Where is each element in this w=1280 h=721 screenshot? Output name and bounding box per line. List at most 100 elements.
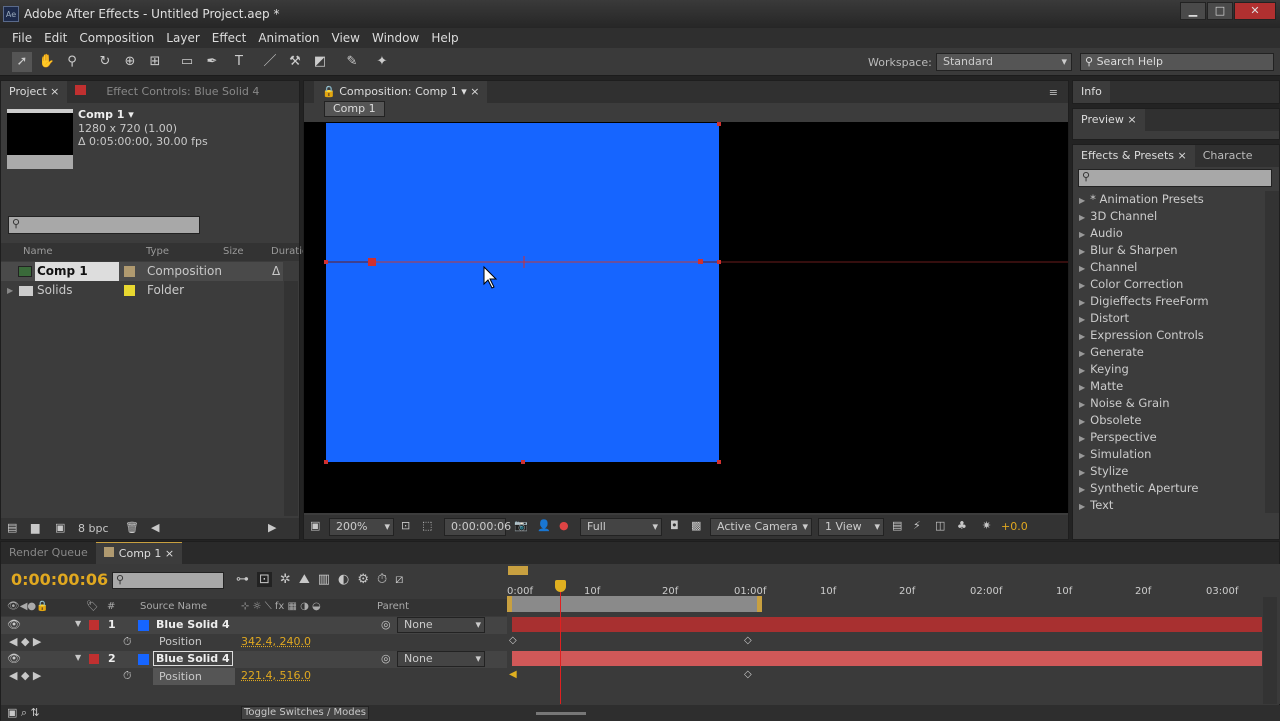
region-icon[interactable]: ⊡ (401, 519, 410, 532)
layer-2-duration-bar[interactable] (512, 651, 1262, 666)
graph-editor-icon[interactable]: ⧄ (395, 572, 403, 587)
work-area-in[interactable] (507, 596, 512, 612)
text-tool-icon[interactable]: T (229, 52, 249, 72)
brainstorm-icon[interactable]: ⚙ (357, 572, 369, 587)
exposure-value[interactable]: +0.0 (1001, 520, 1028, 533)
col-size[interactable]: Size (223, 246, 244, 257)
expand-arrow-icon[interactable]: ▶ (7, 281, 13, 300)
effect-category[interactable]: ▶ Audio (1073, 225, 1263, 242)
col-name[interactable]: Name (23, 246, 53, 257)
comp-breadcrumb[interactable]: Comp 1 (324, 101, 385, 117)
effect-category[interactable]: ▶ Generate (1073, 344, 1263, 361)
motion-blur-icon[interactable]: ◐ (338, 572, 349, 587)
tab-info[interactable]: Info (1073, 81, 1110, 103)
eraser-tool-icon[interactable]: ◩ (310, 52, 330, 72)
col-parent[interactable]: Parent (377, 601, 409, 612)
rectangle-tool-icon[interactable]: ▭ (177, 52, 197, 72)
effect-category[interactable]: ▶ Blur & Sharpen (1073, 242, 1263, 259)
menu-composition[interactable]: Composition (73, 31, 160, 45)
effect-category[interactable]: ▶ Matte (1073, 378, 1263, 395)
fast-previews-icon[interactable]: ◘ (670, 519, 679, 532)
effects-scrollbar[interactable] (1265, 191, 1279, 513)
current-time-display[interactable]: 0:00:00:06 (11, 570, 108, 589)
search-help-input[interactable]: ⚲ Search Help (1080, 53, 1274, 71)
view-layout-select[interactable]: 1 View ▾ (818, 518, 884, 536)
tab-character[interactable]: Characte (1195, 145, 1261, 167)
tab-comp-1[interactable]: Comp 1 × (96, 542, 182, 564)
new-folder-icon[interactable]: ▆ (31, 521, 39, 534)
zoom-tool-icon[interactable]: ⚲ (62, 52, 82, 72)
effect-category[interactable]: ▶ Color Correction (1073, 276, 1263, 293)
menu-effect[interactable]: Effect (206, 31, 253, 45)
effect-category[interactable]: ▶ Noise & Grain (1073, 395, 1263, 412)
menu-help[interactable]: Help (425, 31, 464, 45)
close-button[interactable]: ✕ (1234, 2, 1276, 20)
rotate-tool-icon[interactable]: ↻ (95, 52, 115, 72)
clone-stamp-tool-icon[interactable]: ⚒ (285, 52, 305, 72)
bpc-button[interactable]: 8 bpc (78, 522, 109, 535)
fast-preview-icon[interactable]: ⚡ (913, 519, 921, 532)
effect-category[interactable]: ▶ Obsolete (1073, 412, 1263, 429)
stopwatch-icon[interactable]: ⏱ (123, 635, 132, 649)
col-source-name[interactable]: Source Name (140, 601, 207, 612)
menu-animation[interactable]: Animation (252, 31, 325, 45)
property-row[interactable]: ◀ ◆ ▶ ⏱ Position 342.4, 240.0 (1, 634, 507, 651)
maximize-button[interactable]: □ (1207, 2, 1233, 20)
pan-behind-tool-icon[interactable]: ⊞ (145, 52, 165, 72)
pen-tool-icon[interactable]: ✒ (202, 52, 222, 72)
tab-effect-controls[interactable]: Effect Controls: Blue Solid 4 (67, 81, 267, 103)
position-value[interactable]: 221.4, 516.0 (241, 669, 311, 682)
work-area-start-handle[interactable] (508, 566, 528, 575)
effect-category[interactable]: ▶ Expression Controls (1073, 327, 1263, 344)
minimize-button[interactable]: ▁ (1180, 2, 1206, 20)
label-color[interactable] (124, 266, 135, 277)
snapshot-icon[interactable]: 📷 (514, 519, 528, 532)
effect-category[interactable]: ▶ Channel (1073, 259, 1263, 276)
scroll-right-icon[interactable]: ▶ (268, 521, 276, 534)
toggle-pixel-icon[interactable]: ▤ (892, 519, 902, 532)
current-time-field[interactable]: 0:00:00:06 (444, 518, 506, 536)
label-color[interactable] (89, 654, 99, 664)
menu-layer[interactable]: Layer (160, 31, 205, 45)
tab-project[interactable]: Project × (1, 81, 67, 103)
pickwhip-icon[interactable]: ◎ (381, 652, 391, 665)
work-area-out[interactable] (757, 596, 762, 612)
keyframe[interactable]: ◇ (509, 635, 517, 646)
flowchart-icon[interactable]: ♣ (957, 519, 967, 532)
transparency-grid-icon[interactable]: ⬚ (422, 519, 432, 532)
project-item-comp[interactable]: Comp 1 Composition Δ (1, 262, 283, 281)
timeline-search-input[interactable]: ⚲ (112, 572, 224, 589)
layer-row[interactable]: 👁 ▼ 2 Blue Solid 4 ◎ None ▾ (1, 651, 507, 668)
brush-tool-icon[interactable]: ／ (260, 52, 280, 72)
camera-select[interactable]: Active Camera ▾ (710, 518, 812, 536)
puppet-tool-icon[interactable]: ✦ (372, 52, 392, 72)
effect-category[interactable]: ▶ Text (1073, 497, 1263, 514)
camera-tool-icon[interactable]: ⊕ (120, 52, 140, 72)
position-value[interactable]: 342.4, 240.0 (241, 635, 311, 648)
interpret-footage-icon[interactable]: ▤ (7, 521, 17, 534)
live-update-icon[interactable]: ⊡ (257, 572, 272, 587)
tab-composition[interactable]: 🔒 Composition: Comp 1 ▾ × (314, 81, 487, 103)
pickwhip-icon[interactable]: ◎ (381, 618, 391, 631)
stopwatch-icon[interactable]: ⏱ (123, 669, 132, 683)
shy-icon[interactable]: ⛰ (299, 572, 310, 587)
work-area-bar[interactable] (512, 596, 758, 612)
menu-window[interactable]: Window (366, 31, 425, 45)
effect-category[interactable]: ▶ * Animation Presets (1073, 191, 1263, 208)
keyframe[interactable]: ◇ (744, 635, 752, 646)
time-graph[interactable] (507, 564, 1280, 704)
resolution-select[interactable]: Full ▾ (580, 518, 662, 536)
project-item-solids[interactable]: ▶ Solids Folder (1, 281, 283, 300)
parent-select[interactable]: None ▾ (397, 617, 485, 633)
effect-category[interactable]: ▶ Simulation (1073, 446, 1263, 463)
av-features-icon[interactable]: 👁◀●🔒 (7, 601, 49, 612)
parent-select[interactable]: None ▾ (397, 651, 485, 667)
effect-category[interactable]: ▶ Perspective (1073, 429, 1263, 446)
draft-3d-icon[interactable]: ✲ (280, 572, 291, 587)
new-comp-icon[interactable]: ▣ (55, 521, 65, 534)
effects-search-input[interactable]: ⚲ (1078, 169, 1272, 187)
layer-1-duration-bar[interactable] (512, 617, 1262, 632)
comp-name[interactable]: Comp 1 ▾ (78, 108, 134, 121)
effect-category[interactable]: ▶ Keying (1073, 361, 1263, 378)
show-snapshot-icon[interactable]: 👤 (537, 519, 551, 532)
